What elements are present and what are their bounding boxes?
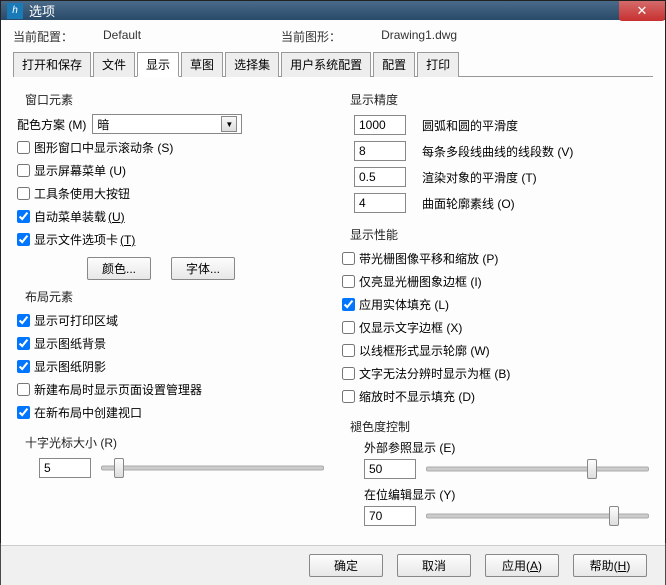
color-scheme-value: 暗 (97, 116, 109, 133)
tab-sketch[interactable]: 草图 (181, 52, 223, 77)
tab-body: 窗口元素 配色方案 (M) 暗 ▼ 图形窗口中显示滚动条 (S) 显示屏幕菜单 … (13, 81, 653, 537)
color-button[interactable]: 颜色... (87, 257, 151, 280)
cancel-button[interactable]: 取消 (397, 554, 471, 577)
xref-slider[interactable] (426, 458, 649, 480)
polyline-input[interactable] (354, 141, 406, 161)
checkbox-paper-shadow[interactable]: 显示图纸阴影 (17, 358, 324, 375)
group-fade-control: 褪色度控制 (350, 418, 649, 435)
checkbox-text-frame[interactable]: 仅显示文字边框 (X) (342, 319, 649, 336)
current-drawing-label: 当前图形： (281, 28, 341, 45)
info-row: 当前配置： Default 当前图形： Drawing1.dwg (13, 28, 653, 45)
tab-open-save[interactable]: 打开和保存 (13, 52, 91, 77)
checkbox-paper-bg-input[interactable] (17, 337, 30, 350)
right-column: 显示精度 圆弧和圆的平滑度 每条多段线曲线的线段数 (V) 渲染对象的平滑度 (… (342, 89, 649, 529)
checkbox-no-fill-zoom-input[interactable] (342, 390, 355, 403)
slider-thumb[interactable] (114, 458, 124, 478)
checkbox-solid-fill-input[interactable] (342, 298, 355, 311)
tab-config[interactable]: 配置 (373, 52, 415, 77)
tab-selection[interactable]: 选择集 (225, 52, 279, 77)
font-button[interactable]: 字体... (171, 257, 235, 280)
checkbox-raster-pan-input[interactable] (342, 252, 355, 265)
group-window-elements: 窗口元素 (25, 91, 324, 108)
window-title: 选项 (29, 1, 55, 20)
app-icon: h (7, 3, 23, 19)
close-button[interactable]: ✕ (619, 1, 665, 21)
color-scheme-select[interactable]: 暗 ▼ (92, 114, 242, 134)
checkbox-page-setup-mgr-input[interactable] (17, 383, 30, 396)
options-window: h 选项 ✕ 当前配置： Default 当前图形： Drawing1.dwg … (0, 0, 666, 543)
checkbox-big-buttons-input[interactable] (17, 187, 30, 200)
checkbox-create-viewport[interactable]: 在新布局中创建视口 (17, 404, 324, 421)
checkbox-create-viewport-input[interactable] (17, 406, 30, 419)
arc-smooth-input[interactable] (354, 115, 406, 135)
current-drawing-value: Drawing1.dwg (381, 28, 457, 45)
inplace-edit-label: 在位编辑显示 (Y) (364, 486, 649, 503)
content-area: 当前配置： Default 当前图形： Drawing1.dwg 打开和保存 文… (1, 20, 665, 545)
checkbox-file-tabs[interactable]: 显示文件选项卡(T) (17, 231, 324, 248)
checkbox-screen-menu[interactable]: 显示屏幕菜单 (U) (17, 162, 324, 179)
checkbox-raster-frame[interactable]: 仅亮显光栅图象边框 (I) (342, 273, 649, 290)
apply-button[interactable]: 应用(A) (485, 554, 559, 577)
current-config-label: 当前配置： (13, 28, 73, 45)
arc-smooth-label: 圆弧和圆的平滑度 (422, 117, 518, 134)
checkbox-paper-shadow-input[interactable] (17, 360, 30, 373)
tab-print[interactable]: 打印 (417, 52, 459, 77)
checkbox-wireframe-input[interactable] (342, 344, 355, 357)
checkbox-auto-menu-input[interactable] (17, 210, 30, 223)
group-display-precision: 显示精度 (350, 91, 649, 108)
xref-slider-row (364, 458, 649, 480)
checkbox-page-setup-mgr[interactable]: 新建布局时显示页面设置管理器 (17, 381, 324, 398)
crosshair-slider[interactable] (101, 457, 324, 479)
checkbox-printable-area-input[interactable] (17, 314, 30, 327)
checkbox-screen-menu-input[interactable] (17, 164, 30, 177)
surface-input[interactable] (354, 193, 406, 213)
inplace-slider-row (364, 505, 649, 527)
checkbox-big-buttons[interactable]: 工具条使用大按钮 (17, 185, 324, 202)
checkbox-file-tabs-input[interactable] (17, 233, 30, 246)
checkbox-raster-frame-input[interactable] (342, 275, 355, 288)
current-config-value: Default (103, 28, 141, 45)
checkbox-raster-pan[interactable]: 带光栅图像平移和缩放 (P) (342, 250, 649, 267)
titlebar: h 选项 ✕ (1, 1, 665, 20)
tab-display[interactable]: 显示 (137, 52, 179, 77)
close-icon: ✕ (637, 3, 648, 19)
ok-button[interactable]: 确定 (309, 554, 383, 577)
color-scheme-label: 配色方案 (M) (17, 116, 86, 133)
inplace-slider[interactable] (426, 505, 649, 527)
slider-thumb[interactable] (609, 506, 619, 526)
group-crosshair: 十字光标大小 (R) (25, 434, 324, 451)
group-layout-elements: 布局元素 (25, 288, 324, 305)
render-smooth-label: 渲染对象的平滑度 (T) (422, 169, 537, 186)
checkbox-printable-area[interactable]: 显示可打印区域 (17, 312, 324, 329)
help-button[interactable]: 帮助(H) (573, 554, 647, 577)
checkbox-text-box-input[interactable] (342, 367, 355, 380)
checkbox-solid-fill[interactable]: 应用实体填充 (L) (342, 296, 649, 313)
checkbox-scrollbars-input[interactable] (17, 141, 30, 154)
inplace-input[interactable] (364, 506, 416, 526)
crosshair-input[interactable] (39, 458, 91, 478)
render-smooth-input[interactable] (354, 167, 406, 187)
crosshair-slider-row (39, 457, 324, 479)
xref-display-label: 外部参照显示 (E) (364, 439, 649, 456)
slider-thumb[interactable] (587, 459, 597, 479)
tab-bar: 打开和保存 文件 显示 草图 选择集 用户系统配置 配置 打印 (13, 51, 653, 77)
checkbox-auto-menu[interactable]: 自动菜单装载(U) (17, 208, 324, 225)
group-display-perf: 显示性能 (350, 226, 649, 243)
footer: 确定 取消 应用(A) 帮助(H) (1, 545, 665, 585)
checkbox-text-box[interactable]: 文字无法分辨时显示为框 (B) (342, 365, 649, 382)
tab-file[interactable]: 文件 (93, 52, 135, 77)
checkbox-wireframe[interactable]: 以线框形式显示轮廓 (W) (342, 342, 649, 359)
checkbox-no-fill-zoom[interactable]: 缩放时不显示填充 (D) (342, 388, 649, 405)
left-column: 窗口元素 配色方案 (M) 暗 ▼ 图形窗口中显示滚动条 (S) 显示屏幕菜单 … (17, 89, 324, 529)
checkbox-text-frame-input[interactable] (342, 321, 355, 334)
checkbox-paper-bg[interactable]: 显示图纸背景 (17, 335, 324, 352)
tab-user-config[interactable]: 用户系统配置 (281, 52, 371, 77)
checkbox-scrollbars[interactable]: 图形窗口中显示滚动条 (S) (17, 139, 324, 156)
polyline-label: 每条多段线曲线的线段数 (V) (422, 143, 573, 160)
chevron-down-icon: ▼ (221, 116, 237, 132)
xref-input[interactable] (364, 459, 416, 479)
color-scheme-row: 配色方案 (M) 暗 ▼ (17, 114, 324, 134)
surface-label: 曲面轮廓素线 (O) (422, 195, 515, 212)
